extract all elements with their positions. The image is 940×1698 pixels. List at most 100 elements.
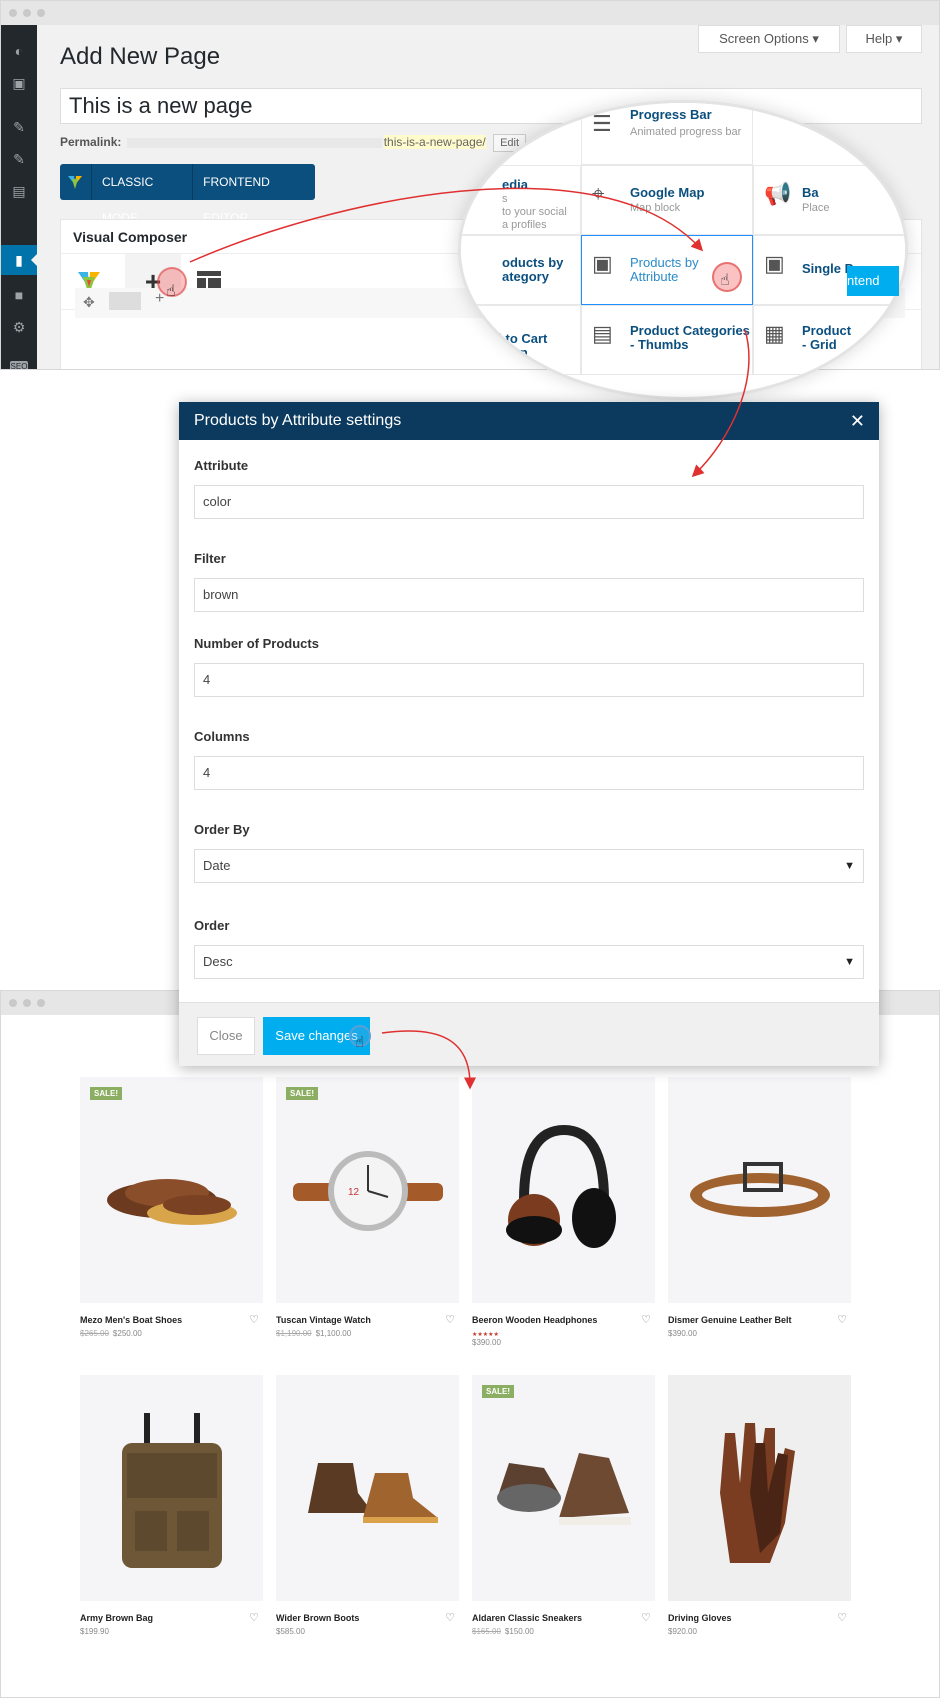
wishlist-heart-icon[interactable]: ♡ xyxy=(445,1313,455,1326)
product-card[interactable]: SALE! Mezo Men's Boat Shoes ♡ $265.00 $250… xyxy=(80,1077,263,1338)
product-image[interactable] xyxy=(668,1375,851,1601)
wishlist-heart-icon[interactable]: ♡ xyxy=(641,1313,651,1326)
product-card[interactable]: Beeron Wooden Headphones ♡ ★★★★★ $390.00 xyxy=(472,1077,655,1347)
product-card[interactable]: Wider Brown Boots ♡ $585.00 xyxy=(276,1375,459,1636)
element-social-media[interactable]: edia s to your social a profiles xyxy=(461,165,581,235)
wishlist-heart-icon[interactable]: ♡ xyxy=(249,1611,259,1624)
product-image[interactable] xyxy=(276,1375,459,1601)
product-name[interactable]: Beeron Wooden Headphones ♡ xyxy=(472,1313,655,1326)
product-name-text: Driving Gloves xyxy=(668,1613,732,1623)
wishlist-heart-icon[interactable]: ♡ xyxy=(837,1611,847,1624)
product-card[interactable]: Army Brown Bag ♡ $199.90 xyxy=(80,1375,263,1636)
product-name[interactable]: Army Brown Bag ♡ xyxy=(80,1611,263,1624)
blurred-url xyxy=(126,137,382,148)
sale-badge: SALE! xyxy=(90,1087,122,1100)
product-name[interactable]: Aldaren Classic Sneakers ♡ xyxy=(472,1611,655,1624)
window-dot xyxy=(37,9,45,17)
filter-input[interactable]: brown xyxy=(194,578,864,612)
element-desc: a profiles xyxy=(502,219,547,231)
product-image[interactable]: SALE! xyxy=(80,1077,263,1303)
column-layout-icon[interactable] xyxy=(109,292,141,310)
element-product-grid[interactable]: ▦ Product - Grid xyxy=(753,305,905,375)
product-image[interactable] xyxy=(668,1077,851,1303)
product-name[interactable]: Wider Brown Boots ♡ xyxy=(276,1611,459,1624)
product-image[interactable]: SALE! xyxy=(472,1375,655,1601)
product-image[interactable]: SALE! 12 xyxy=(276,1077,459,1303)
media-icon[interactable]: ▤ xyxy=(10,183,28,199)
add-row-icon[interactable]: + xyxy=(155,290,164,308)
updates-icon[interactable]: ▣ xyxy=(10,75,28,91)
element-progress-bar[interactable]: ☰ Progress Bar Animated progress bar xyxy=(581,103,753,165)
seo-icon[interactable]: SEO xyxy=(10,361,28,369)
close-icon[interactable]: ✕ xyxy=(850,402,865,440)
pin-icon[interactable]: ✎ xyxy=(10,151,28,167)
help-button[interactable]: Help ▾ xyxy=(846,25,922,53)
caret-down-icon: ▾ xyxy=(895,31,903,46)
price: $150.00 xyxy=(504,1627,534,1636)
comments-icon[interactable]: ■ xyxy=(10,287,28,303)
product-name[interactable]: Dismer Genuine Leather Belt ♡ xyxy=(668,1313,851,1326)
element-caption: Product Categories xyxy=(630,323,750,338)
progress-bar-icon: ☰ xyxy=(592,111,612,136)
dashboard-icon[interactable]: ◐ xyxy=(10,43,28,59)
element-product-categories-thumbs[interactable]: ▤ Product Categories - Thumbs xyxy=(581,305,753,375)
product-name-text: Army Brown Bag xyxy=(80,1613,154,1623)
product-card[interactable]: SALE! Aldaren Classic Sneakers ♡ $165.00 $… xyxy=(472,1375,655,1636)
order-by-select[interactable]: Date ▼ xyxy=(194,849,864,883)
element-products-by-category[interactable]: oducts by ategory xyxy=(461,235,581,305)
product-card[interactable]: Driving Gloves ♡ $920.00 xyxy=(668,1375,851,1636)
product-name[interactable]: Driving Gloves ♡ xyxy=(668,1611,851,1624)
order-select[interactable]: Desc ▼ xyxy=(194,945,864,979)
element-caption: dd to Cart Button xyxy=(486,331,548,360)
element-add-to-cart[interactable]: dd to Cart Button xyxy=(461,305,581,375)
product-card[interactable]: SALE! 12 Tuscan Vintage Watch ♡ $1,190.00… xyxy=(276,1077,459,1338)
close-button[interactable]: Close xyxy=(197,1017,255,1055)
product-name[interactable]: Tuscan Vintage Watch ♡ xyxy=(276,1313,459,1326)
columns-input[interactable]: 4 xyxy=(194,756,864,790)
old-price: $165.00 xyxy=(472,1627,501,1636)
classic-mode-button[interactable]: CLASSIC MODE xyxy=(92,164,194,225)
element-banner[interactable]: 📢 Ba Place xyxy=(753,165,905,235)
hand-cursor-icon: ☝ xyxy=(720,272,730,289)
product-image[interactable] xyxy=(472,1077,655,1303)
order-value: Desc xyxy=(203,954,233,969)
settings-gear-icon[interactable]: ⚙ xyxy=(10,319,28,335)
screen-options-button[interactable]: Screen Options ▾ xyxy=(698,25,840,53)
wishlist-heart-icon[interactable]: ♡ xyxy=(641,1611,651,1624)
product-price: $165.00 $150.00 xyxy=(472,1627,655,1636)
element-desc: Map block xyxy=(630,202,681,214)
element-products-by-attribute[interactable]: ▣ Products by Attribute ☝ xyxy=(581,235,753,305)
element-caption: - Thumbs xyxy=(630,337,689,352)
boat-shoes-image xyxy=(106,1179,237,1225)
permalink-label: Permalink: xyxy=(60,135,122,149)
product-image[interactable] xyxy=(80,1375,263,1601)
modal-header: Products by Attribute settings ✕ xyxy=(179,402,879,440)
pages-icon[interactable]: ▮ xyxy=(10,252,28,268)
frontend-editor-button[interactable]: FRONTEND EDITOR xyxy=(193,164,315,225)
number-of-products-input[interactable]: 4 xyxy=(194,663,864,697)
product-card[interactable]: Dismer Genuine Leather Belt ♡ $390.00 xyxy=(668,1077,851,1338)
old-price: $265.00 xyxy=(80,1329,109,1338)
save-label: Save changes xyxy=(275,1028,358,1043)
watch-image: 12 xyxy=(292,1151,443,1231)
product-price: $920.00 xyxy=(668,1627,851,1636)
hand-cursor-icon: ☝ xyxy=(355,1034,365,1051)
sneakers-image xyxy=(496,1453,631,1525)
product-name-text: Mezo Men's Boat Shoes xyxy=(80,1315,183,1325)
attribute-input[interactable]: color xyxy=(194,485,864,519)
wishlist-heart-icon[interactable]: ♡ xyxy=(837,1313,847,1326)
wishlist-heart-icon[interactable]: ♡ xyxy=(445,1611,455,1624)
sale-badge: SALE! xyxy=(286,1087,318,1100)
frontend-button[interactable]: ntend xyxy=(847,266,899,296)
move-icon[interactable]: ✥ xyxy=(83,294,95,311)
element-caption: edia xyxy=(502,177,529,192)
gloves-image xyxy=(719,1423,795,1563)
window-dot xyxy=(9,999,17,1007)
wishlist-heart-icon[interactable]: ♡ xyxy=(249,1313,259,1326)
price: $199.90 xyxy=(80,1627,109,1636)
window-dot xyxy=(9,9,17,17)
headphones-image xyxy=(505,1124,616,1248)
product-name[interactable]: Mezo Men's Boat Shoes ♡ xyxy=(80,1313,263,1326)
element-google-map[interactable]: ⌖ Google Map Map block xyxy=(581,165,753,235)
posts-pin-icon[interactable]: ✎ xyxy=(10,119,28,135)
